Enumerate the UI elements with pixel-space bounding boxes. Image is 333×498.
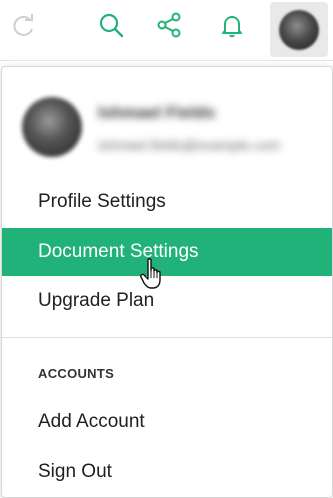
search-icon[interactable]: [96, 10, 126, 40]
profile-header: Ishmael Fields ishmael.fields@example.co…: [2, 67, 332, 181]
top-toolbar: [0, 0, 333, 61]
menu-divider: [2, 337, 332, 338]
notification-bell-icon[interactable]: [217, 10, 247, 40]
avatar: [279, 9, 319, 50]
add-account-item[interactable]: Add Account: [2, 398, 332, 446]
profile-settings-item[interactable]: Profile Settings: [2, 178, 332, 226]
document-settings-item[interactable]: Document Settings: [2, 228, 332, 276]
accounts-section-heading: ACCOUNTS: [38, 366, 115, 381]
profile-name: Ishmael Fields: [98, 103, 216, 122]
upgrade-plan-item[interactable]: Upgrade Plan: [2, 277, 332, 325]
profile-avatar: [22, 97, 82, 157]
account-dropdown-menu: Ishmael Fields ishmael.fields@example.co…: [1, 66, 333, 498]
redo-icon[interactable]: [9, 10, 39, 40]
share-icon[interactable]: [154, 10, 184, 40]
profile-email: ishmael.fields@example.com: [98, 137, 281, 153]
sign-out-item[interactable]: Sign Out: [2, 448, 332, 496]
user-avatar-button[interactable]: [270, 2, 328, 57]
